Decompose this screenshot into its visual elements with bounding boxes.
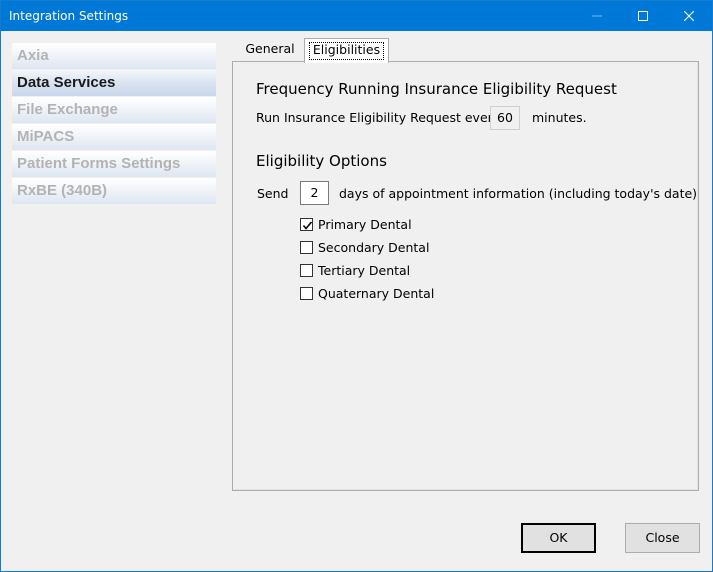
close-button[interactable]: Close	[625, 523, 700, 553]
quaternary-dental-option[interactable]: Quaternary Dental	[300, 285, 434, 301]
quaternary-dental-checkbox[interactable]	[300, 286, 313, 300]
minimize-button[interactable]	[574, 1, 620, 31]
tab-eligibilities[interactable]: Eligibilities	[304, 38, 389, 63]
primary-dental-checkbox[interactable]	[300, 217, 313, 231]
tertiary-dental-option[interactable]: Tertiary Dental	[300, 262, 410, 278]
maximize-icon	[638, 11, 648, 21]
send-label: Send	[257, 186, 289, 201]
secondary-dental-label: Secondary Dental	[318, 239, 430, 255]
ok-button[interactable]: OK	[521, 523, 596, 553]
primary-dental-option[interactable]: Primary Dental	[300, 216, 412, 232]
primary-dental-label: Primary Dental	[318, 216, 412, 232]
sidebar-item-rxbe[interactable]: RxBE (340B)	[12, 178, 216, 204]
tab-eligibilities-label: Eligibilities	[312, 42, 381, 57]
close-icon	[684, 11, 694, 21]
secondary-dental-option[interactable]: Secondary Dental	[300, 239, 429, 255]
minimize-icon	[592, 15, 602, 17]
window-title: Integration Settings	[9, 9, 129, 23]
close-window-button[interactable]	[666, 1, 712, 31]
frequency-heading: Frequency Running Insurance Eligibility …	[256, 80, 617, 98]
frequency-minutes-field[interactable]: 60	[490, 106, 520, 130]
tertiary-dental-label: Tertiary Dental	[318, 262, 411, 278]
days-suffix-label: days of appointment information (includi…	[339, 186, 698, 201]
sidebar-item-data-services[interactable]: Data Services	[12, 70, 216, 96]
check-icon	[302, 220, 313, 230]
sidebar-item-file-exchange[interactable]: File Exchange	[12, 97, 216, 123]
sidebar-item-patient-forms-settings[interactable]: Patient Forms Settings	[12, 151, 216, 177]
eligibility-options-heading: Eligibility Options	[256, 152, 387, 170]
days-input[interactable]: 2	[300, 181, 329, 205]
sidebar-item-mipacs[interactable]: MiPACS	[12, 124, 216, 150]
frequency-suffix-label: minutes.	[532, 110, 587, 125]
frequency-prefix-label: Run Insurance Eligibility Request every	[256, 110, 501, 125]
tab-general[interactable]: General	[236, 38, 304, 62]
secondary-dental-checkbox[interactable]	[300, 240, 313, 254]
tertiary-dental-checkbox[interactable]	[300, 263, 313, 277]
integration-sidebar: Axia Data Services File Exchange MiPACS …	[12, 43, 216, 205]
quaternary-dental-label: Quaternary Dental	[318, 285, 435, 301]
maximize-button[interactable]	[620, 1, 666, 31]
title-bar: Integration Settings	[1, 1, 712, 31]
sidebar-item-axia[interactable]: Axia	[12, 43, 216, 69]
